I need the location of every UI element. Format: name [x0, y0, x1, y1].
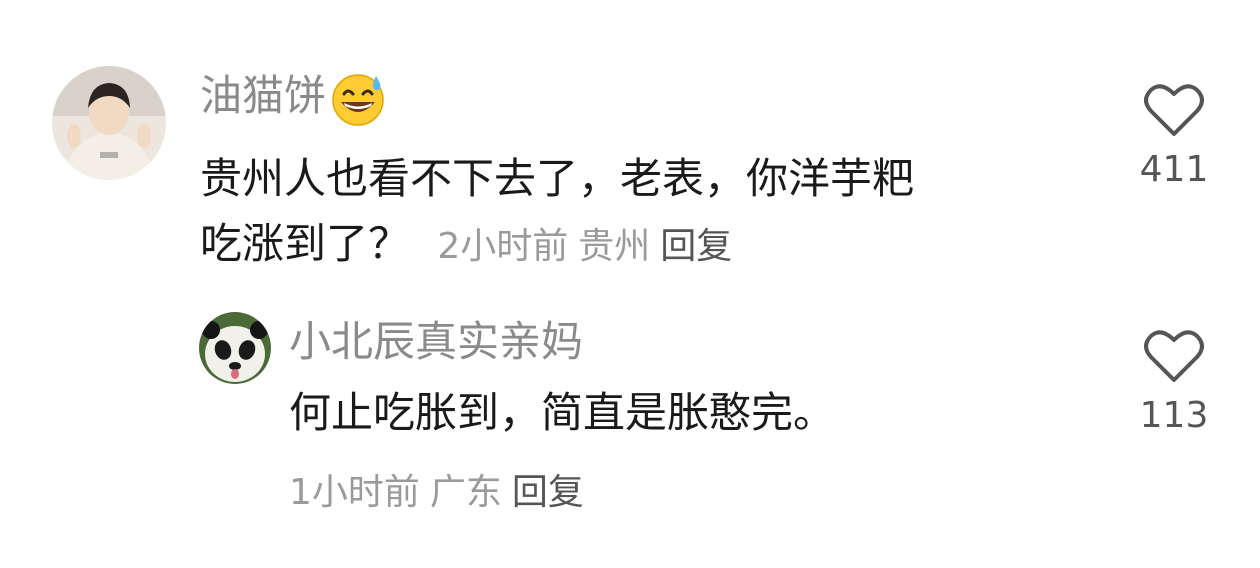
reply-button[interactable]: 回复 [660, 226, 732, 267]
username[interactable]: 小北辰真实亲妈 [289, 314, 583, 370]
avatar[interactable] [52, 66, 166, 180]
grinning-sweat-emoji-icon [330, 70, 388, 128]
comment-location: 广东 [429, 472, 502, 513]
comment-time: 1小时前 [289, 472, 420, 513]
reply-button[interactable]: 回复 [512, 472, 584, 513]
avatar[interactable] [199, 312, 271, 384]
username-text[interactable]: 油猫饼 [200, 71, 326, 120]
comment-text-line: 吃涨到了？ [200, 219, 411, 268]
heart-icon[interactable] [1143, 82, 1205, 138]
like-button[interactable]: 411 [1129, 82, 1219, 192]
comment-location: 贵州 [578, 226, 651, 267]
comment-text: 贵州人也看不下去了，老表，你洋芋粑 [200, 148, 914, 210]
comment-meta: 1小时前 广东 回复 [289, 468, 584, 518]
like-count: 411 [1139, 149, 1209, 190]
like-count: 113 [1139, 395, 1209, 436]
comment-time: 2小时前 [437, 226, 569, 267]
comment-text-line: 贵州人也看不下去了，老表，你洋芋粑 [200, 154, 915, 203]
username[interactable]: 油猫饼 [200, 68, 388, 128]
heart-icon[interactable] [1143, 328, 1205, 384]
like-button[interactable]: 113 [1129, 328, 1219, 438]
comment-text-line2: 吃涨到了？ 2小时前 贵州 回复 [200, 213, 732, 275]
comment-text: 何止吃胀到，简直是胀憨完。 [289, 388, 836, 437]
comment-meta: 2小时前 贵州 回复 [437, 226, 732, 267]
